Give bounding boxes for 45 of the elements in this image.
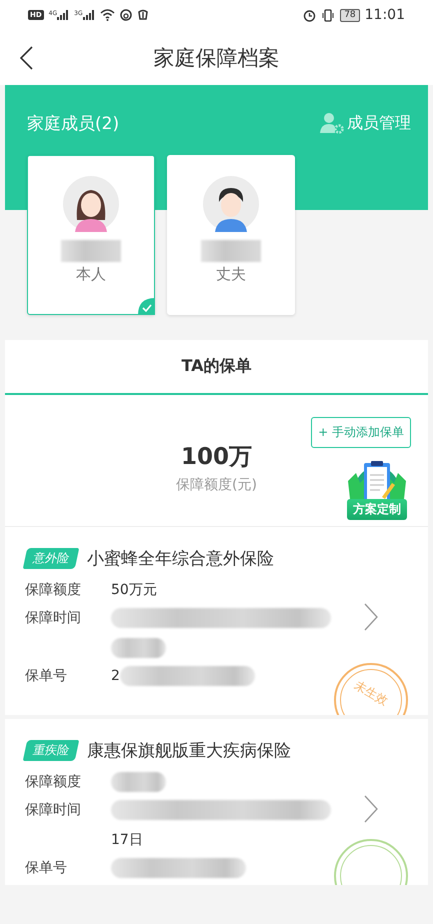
section-title: 家庭成员(2): [27, 112, 120, 134]
field-value: 17日: [111, 831, 143, 850]
signal-icon: [57, 10, 70, 20]
chevron-right-icon: [364, 603, 378, 631]
amount-label: 保障额度(元): [176, 476, 257, 494]
plan-badge[interactable]: 方案定制: [336, 459, 418, 529]
page-title: 家庭保障档案: [154, 44, 280, 72]
redacted-value: [111, 638, 166, 658]
member-card[interactable]: 本人: [27, 155, 155, 315]
policy-name: 小蜜蜂全年综合意外保险: [87, 548, 274, 570]
policy-tag: 重疾险: [22, 740, 80, 760]
avatar-icon: [203, 176, 259, 232]
add-policy-button[interactable]: + 手动添加保单: [311, 417, 411, 448]
user-settings-icon: [320, 112, 344, 134]
wifi-icon: [100, 9, 115, 21]
member-card[interactable]: 丈夫: [167, 155, 295, 315]
policy-card[interactable]: 重疾险 康惠保旗舰版重大疾病保险 保障额度 保障时间 17日 保单号: [5, 719, 428, 885]
redacted-name: [201, 240, 261, 262]
field-label: 保障时间: [25, 609, 82, 628]
member-relation: 丈夫: [216, 265, 246, 284]
tab[interactable]: TA的保单: [5, 340, 428, 393]
status-stamp: 未生效: [334, 663, 408, 715]
vibrate-icon: [321, 8, 336, 22]
member-relation: 本人: [76, 265, 106, 284]
signal-icon: [82, 10, 95, 20]
battery-icon: 78: [340, 8, 360, 22]
policy-tag: 意外险: [22, 548, 80, 568]
policy-card[interactable]: 意外险 小蜜蜂全年综合意外保险 保障额度 50万元 保障时间 保单号 2 未生效: [5, 527, 428, 719]
field-label: 保障时间: [25, 801, 82, 820]
total-amount: 100万: [180, 443, 252, 472]
field-label: 保障额度: [25, 581, 82, 600]
status-time: 11:01: [364, 7, 405, 23]
chevron-right-icon: [364, 795, 378, 823]
redacted-value: [111, 772, 166, 792]
back-icon: [20, 46, 33, 70]
policy-name: 康惠保旗舰版重大疾病保险: [87, 740, 291, 762]
field-label: 保单号: [25, 859, 68, 878]
field-value: 50万元: [111, 581, 157, 600]
check-icon: [138, 298, 155, 315]
alarm-icon: [303, 8, 316, 22]
field-label: 保障额度: [25, 773, 82, 792]
field-value: 2: [111, 667, 120, 686]
field-label: 保单号: [25, 667, 68, 686]
avatar-icon: [63, 176, 119, 232]
redacted-name: [61, 240, 121, 262]
